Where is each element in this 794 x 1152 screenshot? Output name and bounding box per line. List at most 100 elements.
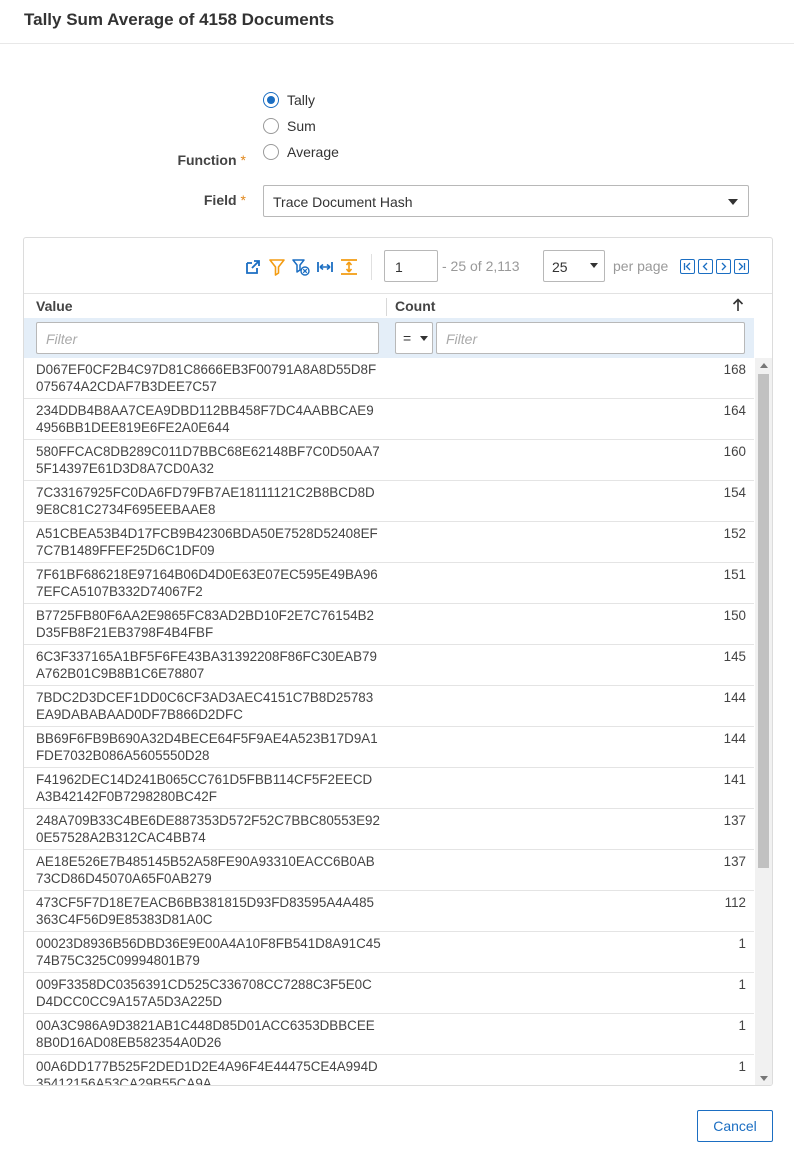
per-page-value: 25 — [552, 259, 568, 275]
cell-count: 144 — [723, 731, 746, 746]
cell-count: 137 — [723, 854, 746, 869]
fit-columns-icon[interactable] — [316, 258, 334, 276]
table-row[interactable]: 234DDB4B8AA7CEA9DBD112BB458F7DC4AABBCAE9… — [24, 399, 754, 440]
page-number-value: 1 — [395, 259, 403, 275]
table-body: D067EF0CF2B4C97D81C8666EB3F00791A8A8D55D… — [24, 358, 754, 1086]
table-row[interactable]: 7C33167925FC0DA6FD79FB7AE18111121C2B8BCD… — [24, 481, 754, 522]
chevron-down-icon — [590, 263, 598, 268]
cell-count: 145 — [723, 649, 746, 664]
function-label: Function * — [150, 152, 246, 168]
scrollbar-thumb[interactable] — [758, 374, 769, 868]
cell-count: 164 — [723, 403, 746, 418]
radio-option-tally[interactable]: Tally — [263, 91, 315, 109]
cell-value: A51CBEA53B4D17FCB9B42306BDA50E7528D52408… — [36, 526, 378, 558]
cell-count: 152 — [723, 526, 746, 541]
field-select[interactable]: Trace Document Hash — [263, 185, 749, 217]
count-filter-input[interactable]: Filter — [436, 322, 745, 354]
count-operator-value: = — [403, 330, 412, 346]
table-row[interactable]: 7F61BF686218E97164B06D4D0E63E07EC595E49B… — [24, 563, 754, 604]
page-number-input[interactable]: 1 — [384, 250, 438, 282]
radio-button-tally[interactable] — [263, 92, 279, 108]
table-row[interactable]: F41962DEC14D241B065CC761D5FBB114CF5F2EEC… — [24, 768, 754, 809]
table-row[interactable]: AE18E526E7B485145B52A58FE90A93310EACC6B0… — [24, 850, 754, 891]
first-page-button[interactable] — [680, 259, 695, 274]
radio-option-average[interactable]: Average — [263, 143, 339, 161]
cell-count: 154 — [723, 485, 746, 500]
table-row[interactable]: 00023D8936B56DBD36E9E00A4A10F8FB541D8A91… — [24, 932, 754, 973]
scroll-up-icon[interactable] — [760, 363, 768, 368]
page-range-text: - 25 of 2,113 — [442, 258, 520, 274]
per-page-select[interactable]: 25 — [543, 250, 605, 282]
table-row[interactable]: BB69F6FB9B690A32D4BECE64F5F9AE4A523B17D9… — [24, 727, 754, 768]
radio-button-average[interactable] — [263, 144, 279, 160]
cell-value: D067EF0CF2B4C97D81C8666EB3F00791A8A8D55D… — [36, 362, 377, 394]
table-row[interactable]: B7725FB80F6AA2E9865FC83AD2BD10F2E7C76154… — [24, 604, 754, 645]
sort-ascending-icon[interactable] — [732, 298, 744, 315]
cell-count: 168 — [723, 362, 746, 377]
next-page-button[interactable] — [716, 259, 731, 274]
table-row[interactable]: D067EF0CF2B4C97D81C8666EB3F00791A8A8D55D… — [24, 358, 754, 399]
prev-page-button[interactable] — [698, 259, 713, 274]
cell-value: AE18E526E7B485145B52A58FE90A93310EACC6B0… — [36, 854, 375, 886]
cell-count: 137 — [723, 813, 746, 828]
column-divider[interactable] — [386, 298, 387, 316]
radio-label-average: Average — [287, 144, 339, 160]
cell-count: 1 — [738, 1059, 746, 1074]
filter-icon[interactable] — [268, 258, 286, 276]
cell-value: 248A709B33C4BE6DE887353D572F52C7BBC80553… — [36, 813, 380, 845]
table-row[interactable]: 580FFCAC8DB289C011D7BBC68E62148BF7C0D50A… — [24, 440, 754, 481]
table-row[interactable]: A51CBEA53B4D17FCB9B42306BDA50E7528D52408… — [24, 522, 754, 563]
count-filter-placeholder: Filter — [446, 331, 478, 347]
radio-option-sum[interactable]: Sum — [263, 117, 316, 135]
required-mark: * — [240, 152, 246, 168]
table-row[interactable]: 6C3F337165A1BF5F6FE43BA31392208F86FC30EA… — [24, 645, 754, 686]
field-select-value: Trace Document Hash — [273, 194, 413, 210]
value-filter-input[interactable]: Filter — [36, 322, 379, 354]
radio-label-sum: Sum — [287, 118, 316, 134]
table-row[interactable]: 473CF5F7D18E7EACB6BB381815D93FD83595A4A4… — [24, 891, 754, 932]
last-page-button[interactable] — [734, 259, 749, 274]
cell-count: 151 — [723, 567, 746, 582]
cell-count: 160 — [723, 444, 746, 459]
cell-value: 00A6DD177B525F2DED1D2E4A96F4E44475CE4A99… — [36, 1059, 378, 1086]
cell-count: 1 — [738, 977, 746, 992]
table-row[interactable]: 7BDC2D3DCEF1DD0C6CF3AD3AEC4151C7B8D25783… — [24, 686, 754, 727]
table-row[interactable]: 00A3C986A9D3821AB1C448D85D01ACC6353DBBCE… — [24, 1014, 754, 1055]
table-row[interactable]: 248A709B33C4BE6DE887353D572F52C7BBC80553… — [24, 809, 754, 850]
per-page-label: per page — [613, 258, 669, 274]
cell-value: 00023D8936B56DBD36E9E00A4A10F8FB541D8A91… — [36, 936, 381, 968]
cell-count: 150 — [723, 608, 746, 623]
cell-value: BB69F6FB9B690A32D4BECE64F5F9AE4A523B17D9… — [36, 731, 378, 763]
radio-label-tally: Tally — [287, 92, 316, 108]
value-filter-placeholder: Filter — [46, 331, 78, 347]
radio-button-sum[interactable] — [263, 118, 279, 134]
cell-value: 009F3358DC0356391CD525C336708CC7288C3F5E… — [36, 977, 372, 1009]
cell-value: 580FFCAC8DB289C011D7BBC68E62148BF7C0D50A… — [36, 444, 380, 476]
dialog-title: Tally Sum Average of 4158 Documents — [24, 10, 335, 29]
cell-count: 141 — [723, 772, 746, 787]
chevron-down-icon — [728, 199, 738, 205]
function-label-text: Function — [177, 152, 237, 168]
chevron-down-icon — [420, 336, 428, 341]
cell-value: B7725FB80F6AA2E9865FC83AD2BD10F2E7C76154… — [36, 608, 374, 640]
export-icon[interactable] — [244, 258, 262, 276]
dialog-header: Tally Sum Average of 4158 Documents — [0, 0, 794, 44]
cell-value: 7BDC2D3DCEF1DD0C6CF3AD3AEC4151C7B8D25783… — [36, 690, 374, 722]
expand-rows-icon[interactable] — [340, 258, 358, 276]
results-grid: 1 - 25 of 2,113 25 per page Value Count … — [23, 237, 773, 1086]
cell-value: 6C3F337165A1BF5F6FE43BA31392208F86FC30EA… — [36, 649, 377, 681]
cell-value: 7C33167925FC0DA6FD79FB7AE18111121C2B8BCD… — [36, 485, 375, 517]
count-operator-select[interactable]: = — [395, 322, 433, 354]
field-label: Field * — [150, 192, 246, 208]
table-row[interactable]: 00A6DD177B525F2DED1D2E4A96F4E44475CE4A99… — [24, 1055, 754, 1086]
required-mark: * — [240, 192, 246, 208]
cell-count: 144 — [723, 690, 746, 705]
clear-filter-icon[interactable] — [292, 258, 310, 276]
cell-value: 00A3C986A9D3821AB1C448D85D01ACC6353DBBCE… — [36, 1018, 375, 1050]
field-label-text: Field — [203, 192, 237, 208]
cancel-button[interactable]: Cancel — [697, 1110, 773, 1142]
scroll-down-icon[interactable] — [760, 1076, 768, 1081]
table-row[interactable]: 009F3358DC0356391CD525C336708CC7288C3F5E… — [24, 973, 754, 1014]
toolbar-divider — [371, 254, 372, 280]
vertical-scrollbar[interactable] — [755, 358, 772, 1085]
